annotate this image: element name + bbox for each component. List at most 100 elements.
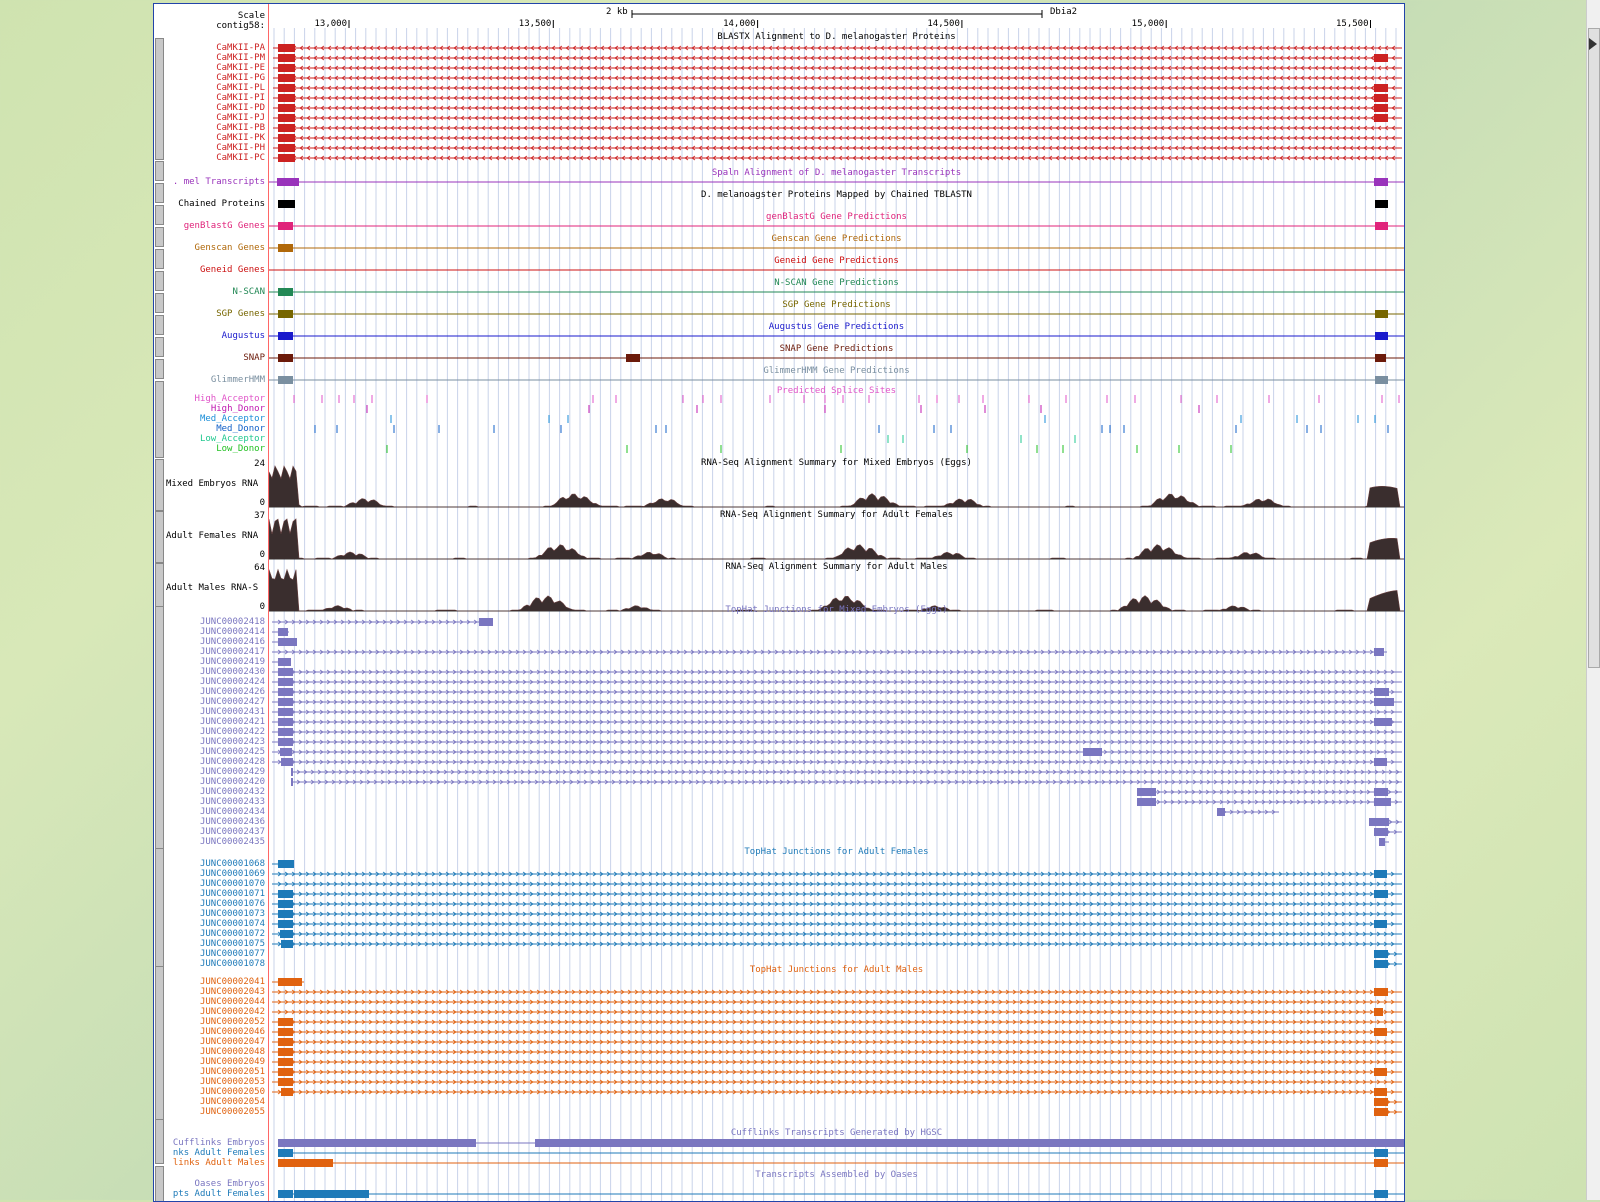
splice-row-label[interactable]: Low_Acceptor xyxy=(200,434,265,444)
blastx-item-label[interactable]: CaMKII-PC xyxy=(216,153,265,163)
cufflinks-item-label[interactable]: nks Adult Females xyxy=(173,1148,265,1158)
junction-item-label[interactable]: JUNC00002429 xyxy=(200,767,265,777)
junction-item-label[interactable]: JUNC00002420 xyxy=(200,777,265,787)
junction-item-label[interactable]: JUNC00001077 xyxy=(200,949,265,959)
junction-item-label[interactable]: JUNC00002414 xyxy=(200,627,265,637)
junction-item-label[interactable]: JUNC00002436 xyxy=(200,817,265,827)
blastx-item-label[interactable]: CaMKII-PA xyxy=(216,43,265,53)
track-bracket-blastx[interactable] xyxy=(155,38,164,160)
blastx-item-label[interactable]: CaMKII-PL xyxy=(216,83,265,93)
blastx-item-label[interactable]: CaMKII-PJ xyxy=(216,113,265,123)
junction-item-label[interactable]: JUNC00002431 xyxy=(200,707,265,717)
track-bracket-splice[interactable] xyxy=(155,381,164,458)
track-bracket-genblastg[interactable] xyxy=(155,205,164,225)
junction-item-label[interactable]: JUNC00002044 xyxy=(200,997,265,1007)
track-bracket-rnaseq[interactable] xyxy=(155,459,164,511)
blastx-item-label[interactable]: CaMKII-PE xyxy=(216,63,265,73)
wiggle-min-label[interactable]: 0 xyxy=(260,602,265,612)
chrom-label[interactable]: contig58: xyxy=(216,21,265,31)
track-bracket-cufflinks[interactable] xyxy=(155,1119,164,1164)
junction-item-label[interactable]: JUNC00002051 xyxy=(200,1067,265,1077)
track-bracket-junctions_embryos[interactable] xyxy=(155,606,164,850)
wiggle-min-label[interactable]: 0 xyxy=(260,550,265,560)
junction-item-label[interactable]: JUNC00002421 xyxy=(200,717,265,727)
track-label-spaln[interactable]: . mel Transcripts xyxy=(173,177,265,187)
track-label-geneid[interactable]: Geneid Genes xyxy=(200,265,265,275)
junction-item-label[interactable]: JUNC00002428 xyxy=(200,757,265,767)
track-bracket-genscan[interactable] xyxy=(155,227,164,247)
track-bracket-rnaseq[interactable] xyxy=(155,511,164,563)
blastx-item-label[interactable]: CaMKII-PG xyxy=(216,73,265,83)
junction-item-label[interactable]: JUNC00002425 xyxy=(200,747,265,757)
track-label-nscan[interactable]: N-SCAN xyxy=(232,287,265,297)
junction-item-label[interactable]: JUNC00002047 xyxy=(200,1037,265,1047)
track-bracket-snap[interactable] xyxy=(155,337,164,357)
wiggle-max-label[interactable]: 37 xyxy=(254,511,265,521)
oases-item-label[interactable]: Oases Embryos xyxy=(195,1179,265,1189)
blastx-item-label[interactable]: CaMKII-PD xyxy=(216,103,265,113)
blastx-item-label[interactable]: CaMKII-PK xyxy=(216,133,265,143)
track-bracket-nscan[interactable] xyxy=(155,271,164,291)
junction-item-label[interactable]: JUNC00002437 xyxy=(200,827,265,837)
junction-item-label[interactable]: JUNC00002434 xyxy=(200,807,265,817)
blastx-item-label[interactable]: CaMKII-PB xyxy=(216,123,265,133)
wiggle-min-label[interactable]: 0 xyxy=(260,498,265,508)
junction-item-label[interactable]: JUNC00002048 xyxy=(200,1047,265,1057)
junction-item-label[interactable]: JUNC00001073 xyxy=(200,909,265,919)
junction-item-label[interactable]: JUNC00002046 xyxy=(200,1027,265,1037)
blastx-item-label[interactable]: CaMKII-PM xyxy=(216,53,265,63)
junction-item-label[interactable]: JUNC00001076 xyxy=(200,899,265,909)
track-bracket-chained[interactable] xyxy=(155,183,164,203)
junction-item-label[interactable]: JUNC00002424 xyxy=(200,677,265,687)
junction-item-label[interactable]: JUNC00002416 xyxy=(200,637,265,647)
genome-browser-image[interactable]: Scalecontig58:CaMKII-PACaMKII-PMCaMKII-P… xyxy=(153,3,1405,1202)
splice-row-label[interactable]: Low_Donor xyxy=(216,444,265,454)
junction-item-label[interactable]: JUNC00002054 xyxy=(200,1097,265,1107)
junction-item-label[interactable]: JUNC00001072 xyxy=(200,929,265,939)
junction-item-label[interactable]: JUNC00001075 xyxy=(200,939,265,949)
junction-item-label[interactable]: JUNC00002418 xyxy=(200,617,265,627)
junction-item-label[interactable]: JUNC00002423 xyxy=(200,737,265,747)
junction-item-label[interactable]: JUNC00002435 xyxy=(200,837,265,847)
junction-item-label[interactable]: JUNC00002055 xyxy=(200,1107,265,1117)
cufflinks-item-label[interactable]: links Adult Males xyxy=(173,1158,265,1168)
splice-row-label[interactable]: High_Acceptor xyxy=(195,394,265,404)
junction-item-label[interactable]: JUNC00001074 xyxy=(200,919,265,929)
track-label-snap[interactable]: SNAP xyxy=(243,353,265,363)
track-bracket-geneid[interactable] xyxy=(155,249,164,269)
blastx-item-label[interactable]: CaMKII-PI xyxy=(216,93,265,103)
track-bracket-augustus[interactable] xyxy=(155,315,164,335)
track-label-genscan[interactable]: Genscan Genes xyxy=(195,243,265,253)
junction-item-label[interactable]: JUNC00002053 xyxy=(200,1077,265,1087)
track-label-chained[interactable]: Chained Proteins xyxy=(178,199,265,209)
junction-item-label[interactable]: JUNC00001078 xyxy=(200,959,265,969)
track-label-augustus[interactable]: Augustus xyxy=(222,331,265,341)
splice-row-label[interactable]: Med_Acceptor xyxy=(200,414,265,424)
junction-item-label[interactable]: JUNC00001071 xyxy=(200,889,265,899)
junction-item-label[interactable]: JUNC00002432 xyxy=(200,787,265,797)
junction-item-label[interactable]: JUNC00002052 xyxy=(200,1017,265,1027)
blastx-item-label[interactable]: CaMKII-PH xyxy=(216,143,265,153)
junction-item-label[interactable]: JUNC00002427 xyxy=(200,697,265,707)
junction-item-label[interactable]: JUNC00001069 xyxy=(200,869,265,879)
junction-item-label[interactable]: JUNC00002426 xyxy=(200,687,265,697)
track-bracket-junctions_males[interactable] xyxy=(155,966,164,1120)
junction-item-label[interactable]: JUNC00002422 xyxy=(200,727,265,737)
track-label-rnaseq[interactable]: Adult Females RNA xyxy=(166,531,258,541)
track-label-glimmer[interactable]: GlimmerHMM xyxy=(211,375,265,385)
cufflinks-item-label[interactable]: Cufflinks Embryos xyxy=(173,1138,265,1148)
junction-item-label[interactable]: JUNC00001068 xyxy=(200,859,265,869)
wiggle-max-label[interactable]: 24 xyxy=(254,459,265,469)
wiggle-max-label[interactable]: 64 xyxy=(254,563,265,573)
track-label-rnaseq[interactable]: Mixed Embryos RNA xyxy=(166,479,258,489)
junction-item-label[interactable]: JUNC00001070 xyxy=(200,879,265,889)
junction-item-label[interactable]: JUNC00002050 xyxy=(200,1087,265,1097)
oases-item-label[interactable]: pts Adult Females xyxy=(173,1189,265,1199)
splice-row-label[interactable]: High_Donor xyxy=(211,404,265,414)
track-bracket-glimmer[interactable] xyxy=(155,359,164,379)
track-bracket-oases[interactable] xyxy=(155,1166,164,1202)
track-control-gutter[interactable] xyxy=(154,4,165,1201)
track-label-sgp[interactable]: SGP Genes xyxy=(216,309,265,319)
junction-item-label[interactable]: JUNC00002430 xyxy=(200,667,265,677)
junction-item-label[interactable]: JUNC00002041 xyxy=(200,977,265,987)
